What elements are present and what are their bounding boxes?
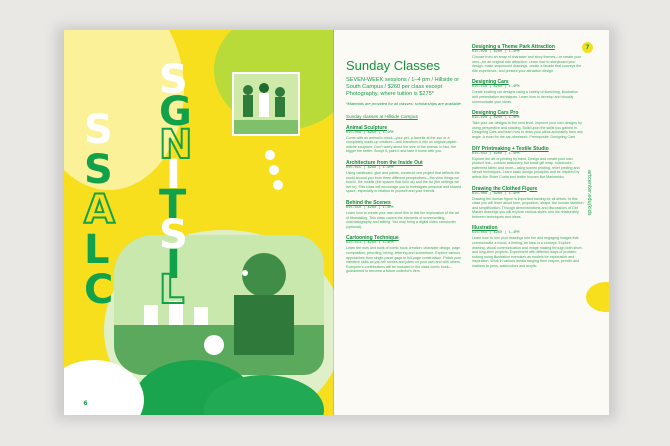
course-description: Explore the art of printing by hand. Des…: [472, 156, 580, 179]
page-number-left: 6: [80, 398, 91, 409]
page-title: Sunday Classes: [346, 58, 440, 73]
title-letter: S: [159, 57, 188, 103]
column-right: Designing a Theme Park Attraction K15-02…: [472, 44, 584, 269]
right-page: 7 Sunday Classes SEVEN-WEEK sessions / 1…: [334, 30, 609, 415]
side-url: artcenter.edu/kids: [586, 170, 592, 216]
title-letter: C: [84, 267, 114, 313]
course-item: Designing Cars K15-019 | $260 | 1–4PM Cr…: [472, 79, 584, 104]
group-photo: [232, 72, 300, 136]
course-description: Take your car designs to the next level.…: [472, 121, 583, 139]
deco-dot: [269, 165, 279, 175]
deco-dot: [265, 150, 275, 160]
course-item: Cartooning Technique K15-011 | $260 | 1–…: [346, 235, 462, 274]
classroom-photo-scene: [114, 235, 324, 375]
session-note: *Materials are provided for all classes;…: [346, 100, 462, 106]
group-photo-figures: [234, 74, 298, 134]
campus-subheading: Sunday classes at Hillside Campus: [346, 113, 418, 119]
brochure-spread: C L A S S L I S T I N G S 6 7 Sunday Cla…: [0, 0, 670, 446]
course-description: Create exciting car designs using a vari…: [472, 90, 578, 104]
classroom-photo: [114, 235, 324, 375]
course-item: Animal Sculpture K15-009 | $260 | 1–4PM …: [346, 125, 462, 154]
session-info: SEVEN-WEEK sessions / 1–4 pm / Hillside …: [346, 77, 460, 98]
course-description: Drawing the human figure is important tr…: [472, 196, 584, 219]
course-description: Learn how to create your own short film …: [346, 210, 460, 229]
course-item: Architecture from the Inside Out K15-015…: [346, 160, 462, 194]
course-item: Designing a Theme Park Attraction K15-02…: [472, 44, 584, 73]
course-description: Learn how to turn your drawings into fun…: [472, 236, 583, 269]
course-item: Drawing the Clothed Figure K15-009 | $26…: [472, 186, 584, 220]
title-letter: S: [84, 107, 113, 153]
course-description: Come with an animal in mind—your pet, a …: [346, 135, 458, 154]
yellow-cloud: [586, 282, 609, 312]
title-letter: L: [84, 227, 110, 273]
title-letter: S: [84, 147, 113, 193]
course-item: DIY Printmaking + Textile Studio K15-043…: [472, 146, 584, 180]
course-item: Illustration K15-005 | $260 | 1–4PM Lear…: [472, 225, 584, 268]
course-description: Learn the nuts and bolts of comic book c…: [346, 246, 462, 274]
deco-dot: [273, 180, 283, 190]
left-page: C L A S S L I S T I N G S 6: [64, 30, 334, 415]
course-item: Behind the Scenes K15-010 | $260 | 1–4PM…: [346, 200, 462, 229]
course-description: Using cardboard, glue and paints, constr…: [346, 170, 461, 194]
column-left: SEVEN-WEEK sessions / 1–4 pm / Hillside …: [346, 77, 462, 274]
course-description: Choose from an array of character and st…: [472, 55, 582, 73]
deco-dot: [242, 270, 248, 276]
title-letter: A: [83, 187, 116, 233]
course-item: Designing Cars Pro K15-020 | $260 | 1–4P…: [472, 110, 584, 139]
